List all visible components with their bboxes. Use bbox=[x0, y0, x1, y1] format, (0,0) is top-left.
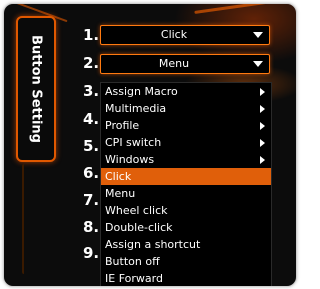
slot-number-2: 2. bbox=[83, 54, 100, 72]
menu-item-label: Click bbox=[105, 170, 132, 183]
menu-item-ie-forward[interactable]: IE Forward bbox=[101, 270, 271, 286]
app-window: Button Setting 1. 2. 3. 4. 5. 6. 7. 8. 9… bbox=[3, 3, 297, 287]
menu-item-wheel-click[interactable]: Wheel click bbox=[101, 202, 271, 219]
menu-item-label: Assign a shortcut bbox=[105, 238, 201, 251]
menu-item-label: Multimedia bbox=[105, 102, 167, 115]
menu-item-label: Windows bbox=[105, 153, 155, 166]
menu-item-button-off[interactable]: Button off bbox=[101, 253, 271, 270]
menu-item-click[interactable]: Click bbox=[101, 168, 271, 185]
menu-item-cpi-switch[interactable]: CPI switch bbox=[101, 134, 271, 151]
function-menu: Assign Macro Multimedia Profile CPI swit… bbox=[100, 82, 272, 286]
menu-item-label: IE Forward bbox=[105, 272, 163, 285]
slot-number-9: 9. bbox=[83, 244, 100, 262]
menu-item-label: Double-click bbox=[105, 221, 173, 234]
menu-item-label: Wheel click bbox=[105, 204, 168, 217]
slot-number-6: 6. bbox=[83, 164, 100, 182]
slot-number-5: 5. bbox=[83, 137, 100, 155]
button-1-value: Click bbox=[160, 28, 188, 41]
menu-item-assign-shortcut[interactable]: Assign a shortcut bbox=[101, 236, 271, 253]
button-2-dropdown[interactable]: Menu bbox=[100, 54, 270, 74]
chevron-down-icon[interactable] bbox=[253, 32, 263, 38]
button-2-value: Menu bbox=[158, 57, 190, 70]
slot-number-8: 8. bbox=[83, 218, 100, 236]
menu-item-label: Menu bbox=[105, 187, 136, 200]
menu-item-label: Assign Macro bbox=[105, 85, 178, 98]
submenu-arrow-icon bbox=[260, 139, 265, 147]
decorative-stripe bbox=[194, 4, 294, 14]
button-setting-tab[interactable]: Button Setting bbox=[16, 16, 56, 162]
submenu-arrow-icon bbox=[260, 88, 265, 96]
slot-number-4: 4. bbox=[83, 110, 100, 128]
menu-item-double-click[interactable]: Double-click bbox=[101, 219, 271, 236]
decorative-line bbox=[22, 164, 28, 274]
button-1-dropdown[interactable]: Click bbox=[100, 25, 270, 45]
submenu-arrow-icon bbox=[260, 156, 265, 164]
menu-item-label: Button off bbox=[105, 255, 160, 268]
menu-item-menu[interactable]: Menu bbox=[101, 185, 271, 202]
menu-item-multimedia[interactable]: Multimedia bbox=[101, 100, 271, 117]
menu-item-windows[interactable]: Windows bbox=[101, 151, 271, 168]
button-setting-label: Button Setting bbox=[28, 35, 44, 143]
menu-item-label: Profile bbox=[105, 119, 140, 132]
chevron-down-icon[interactable] bbox=[253, 61, 263, 67]
slot-number-3: 3. bbox=[83, 82, 100, 100]
menu-item-assign-macro[interactable]: Assign Macro bbox=[101, 83, 271, 100]
slot-number-1: 1. bbox=[83, 26, 100, 44]
submenu-arrow-icon bbox=[260, 105, 265, 113]
submenu-arrow-icon bbox=[260, 122, 265, 130]
menu-item-profile[interactable]: Profile bbox=[101, 117, 271, 134]
slot-number-7: 7. bbox=[83, 191, 100, 209]
menu-item-label: CPI switch bbox=[105, 136, 162, 149]
